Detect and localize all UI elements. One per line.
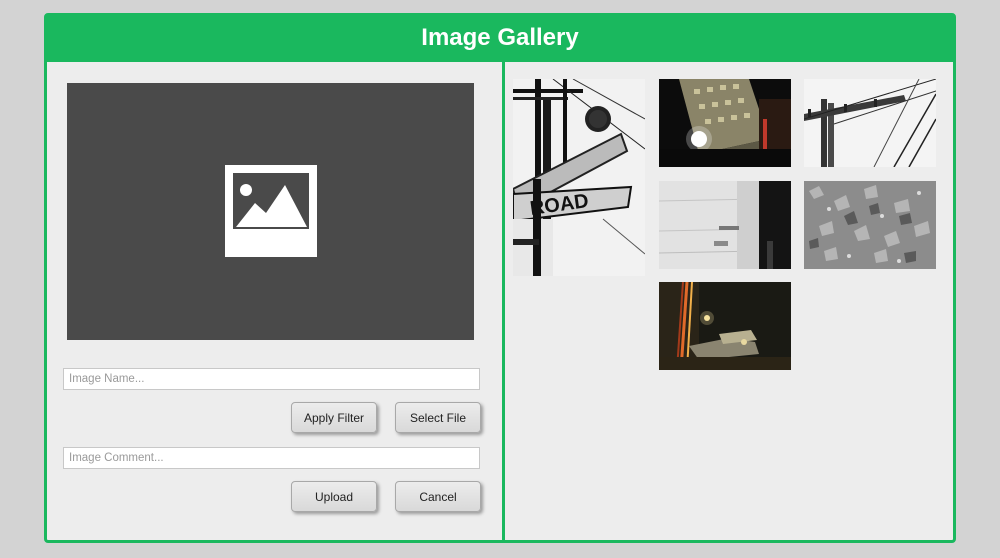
gallery-thumbnail[interactable]: [804, 79, 936, 167]
image-comment-input[interactable]: [63, 447, 480, 469]
select-file-button[interactable]: Select File: [395, 402, 481, 433]
window-title: Image Gallery: [421, 23, 579, 51]
gallery-thumbnail[interactable]: [659, 79, 791, 167]
image-placeholder-icon: [224, 164, 317, 257]
title-bar: Image Gallery: [47, 16, 953, 59]
apply-filter-label: Apply Filter: [303, 410, 365, 425]
panel-divider: [502, 59, 505, 540]
gallery-thumbnail[interactable]: ROAD: [513, 79, 645, 276]
select-file-label: Select File: [409, 410, 467, 425]
gallery-thumbnail[interactable]: [804, 181, 936, 269]
apply-filter-button[interactable]: Apply Filter: [291, 402, 377, 433]
cancel-label: Cancel: [419, 489, 457, 504]
cancel-button[interactable]: Cancel: [395, 481, 481, 512]
gallery-thumbnail[interactable]: [659, 181, 791, 269]
image-preview: [67, 83, 474, 340]
gallery-thumbnail[interactable]: [659, 282, 791, 370]
image-name-input[interactable]: [63, 368, 480, 390]
gallery-window: Image Gallery Apply Filter Select File: [44, 13, 956, 543]
header-divider: [47, 59, 953, 62]
upload-label: Upload: [314, 489, 354, 504]
upload-button[interactable]: Upload: [291, 481, 377, 512]
